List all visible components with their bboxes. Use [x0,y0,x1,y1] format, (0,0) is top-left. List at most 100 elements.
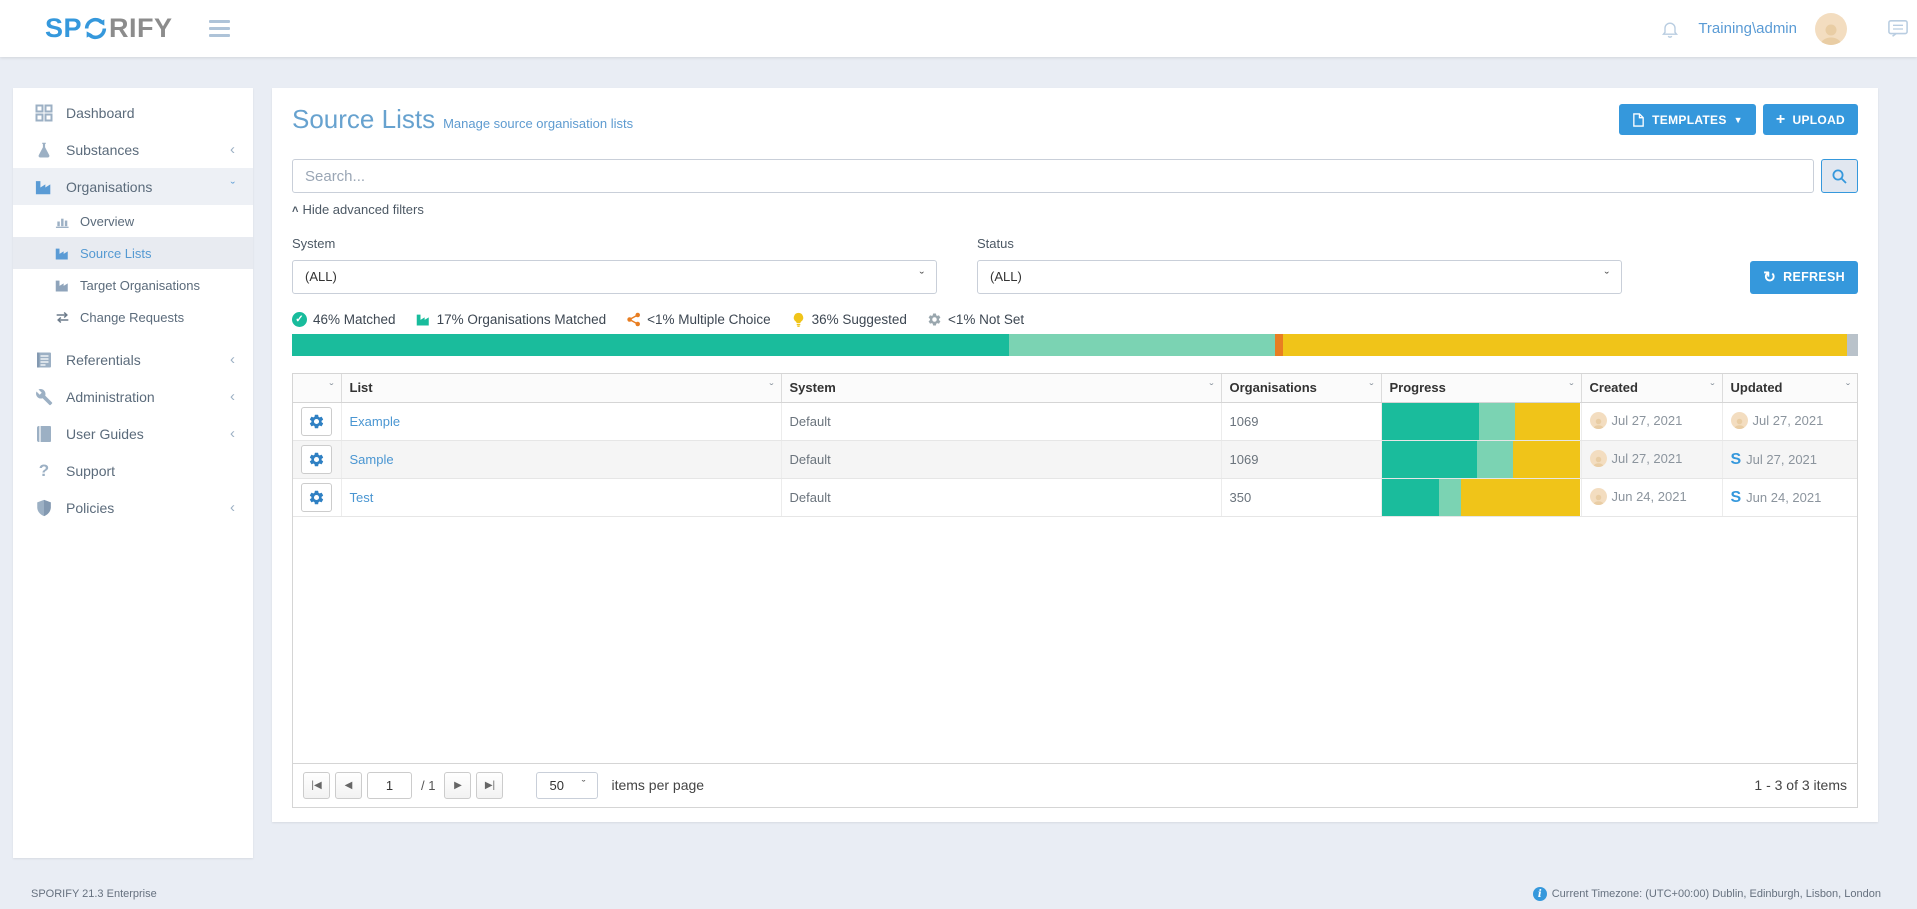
table-row: Test Default 350 S Jun 24, 2021 [293,479,1857,517]
sidebar-label: User Guides [66,426,144,442]
factory-icon [416,312,431,327]
sidebar-toggle-hamburger-icon[interactable] [209,16,230,41]
chevron-down-icon: ˇ [231,180,235,193]
updated-cell: S Jul 27, 2021 [1722,403,1857,441]
chevron-down-icon[interactable]: ˇ [330,381,334,395]
flask-icon [35,141,53,159]
page-number-input[interactable] [367,772,412,799]
sporify-system-icon: S [1731,490,1742,506]
sidebar-item-change-requests[interactable]: Change Requests [13,301,253,333]
sidebar-item-referentials[interactable]: Referentials ‹ [13,341,253,378]
header-progress[interactable]: Progressˇ [1381,374,1581,403]
progress-legend: ✓ 46% Matched 17% Organisations Matched [292,312,1858,327]
user-avatar[interactable] [1815,13,1847,45]
chevron-down-icon[interactable]: ˇ [770,381,774,395]
items-per-page-label: items per page [611,777,704,793]
sidebar: Dashboard Substances ‹ Organisations ˇ [13,88,253,858]
status-select[interactable]: (ALL) ˇ [977,260,1622,294]
chevron-down-icon: ▼ [1734,115,1743,125]
table-row: Example Default 1069 S Jul 27, 2021 [293,403,1857,441]
table-header-row: ˇ Listˇ Systemˇ Organisationsˇ Progressˇ… [293,374,1857,403]
chevron-left-icon: ‹ [230,352,235,367]
updated-cell: S Jul 27, 2021 [1722,441,1857,479]
sidebar-item-dashboard[interactable]: Dashboard [13,94,253,131]
refresh-button[interactable]: ↻ REFRESH [1750,261,1858,294]
sidebar-item-substances[interactable]: Substances ‹ [13,131,253,168]
header-gear-column[interactable]: ˇ [293,374,341,403]
page-size-select[interactable]: 50 ˇ [536,772,598,799]
header-list[interactable]: Listˇ [341,374,781,403]
bar-chart-icon [55,214,70,229]
sidebar-item-support[interactable]: ? Support [13,452,253,489]
header-created[interactable]: Createdˇ [1581,374,1722,403]
page-title: Source Lists [292,104,435,135]
row-settings-gear-button[interactable] [301,445,332,474]
current-user[interactable]: Training\admin [1698,20,1797,37]
hide-advanced-filters-link[interactable]: ˄ Hide advanced filters [292,202,424,217]
gear-icon [308,489,325,506]
sidebar-item-source-lists[interactable]: Source Lists [13,237,253,269]
chevron-down-icon: ˇ [1605,269,1609,284]
shield-icon [35,499,53,517]
list-name-link[interactable]: Test [350,490,374,505]
next-page-button[interactable]: ▶ [444,772,471,799]
chat-bubble-icon[interactable] [1887,19,1909,39]
system-cell: Default [781,479,1221,517]
list-name-link[interactable]: Sample [350,452,394,467]
journal-icon [35,351,53,369]
sidebar-item-user-guides[interactable]: User Guides ‹ [13,415,253,452]
chevron-down-icon[interactable]: ˇ [1846,381,1850,395]
chevron-left-icon: ‹ [230,426,235,441]
legend-multiple-choice: <1% Multiple Choice [626,312,770,327]
sidebar-label: Target Organisations [80,278,200,293]
system-cell: Default [781,403,1221,441]
chevron-left-icon: ‹ [230,500,235,515]
header-updated[interactable]: Updatedˇ [1722,374,1857,403]
bulb-icon [791,312,806,327]
refresh-icon: ↻ [1763,268,1776,286]
chevron-down-icon[interactable]: ˇ [1210,381,1214,395]
list-name-link[interactable]: Example [350,414,401,429]
system-filter-label: System [292,236,937,251]
sporify-refresh-logo-icon [83,16,108,41]
last-page-button[interactable]: ▶| [476,772,503,799]
timezone-label: Current Timezone: (UTC+00:00) Dublin, Ed… [1552,888,1881,900]
check-circle-icon: ✓ [292,312,307,327]
sidebar-label: Substances [66,142,139,158]
search-button[interactable] [1821,159,1858,193]
sidebar-item-policies[interactable]: Policies ‹ [13,489,253,526]
header-organisations[interactable]: Organisationsˇ [1221,374,1381,403]
notifications-bell-icon[interactable] [1660,18,1680,40]
chevron-down-icon[interactable]: ˇ [1711,381,1715,395]
table-row: Sample Default 1069 S Jul 27, 2021 [293,441,1857,479]
factory-icon [55,278,70,293]
upload-button[interactable]: + UPLOAD [1763,104,1858,135]
sidebar-item-organisations[interactable]: Organisations ˇ [13,168,253,205]
system-select[interactable]: (ALL) ˇ [292,260,937,294]
previous-page-button[interactable]: ◀ [335,772,362,799]
row-settings-gear-button[interactable] [301,483,332,512]
legend-matched: ✓ 46% Matched [292,312,396,327]
organisations-cell: 350 [1221,479,1381,517]
chevron-down-icon[interactable]: ˇ [1370,381,1374,395]
first-page-button[interactable]: |◀ [303,772,330,799]
sidebar-item-target-organisations[interactable]: Target Organisations [13,269,253,301]
footer: SPORIFY 21.3 Enterprise i Current Timezo… [0,879,1917,909]
progress-cell [1381,403,1581,441]
source-lists-panel: Source Lists Manage source organisation … [272,88,1878,822]
row-settings-gear-button[interactable] [301,407,332,436]
sidebar-item-administration[interactable]: Administration ‹ [13,378,253,415]
sporify-logo: SP RIFY [45,13,173,44]
user-avatar-icon [1590,412,1607,429]
logo-text-rify: RIFY [109,13,173,44]
chevron-down-icon[interactable]: ˇ [1570,381,1574,395]
user-avatar-icon [1590,488,1607,505]
search-input[interactable] [292,159,1814,193]
file-icon [1632,113,1645,127]
header-system[interactable]: Systemˇ [781,374,1221,403]
sidebar-item-overview[interactable]: Overview [13,205,253,237]
templates-button[interactable]: TEMPLATES ▼ [1619,104,1756,135]
sidebar-label: Referentials [66,352,141,368]
organisations-cell: 1069 [1221,403,1381,441]
system-cell: Default [781,441,1221,479]
